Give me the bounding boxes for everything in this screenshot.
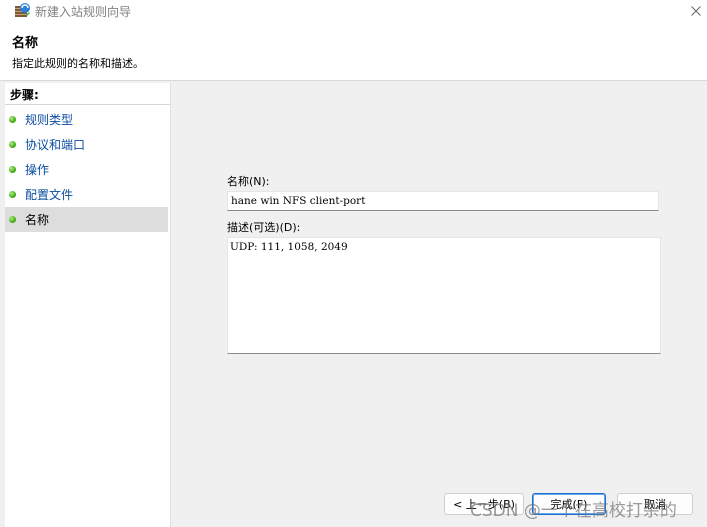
description-textarea[interactable]: UDP: 111, 1058, 2049 (227, 237, 661, 354)
firewall-wizard-icon (15, 3, 30, 17)
steps-panel: 步骤: 规则类型 协议和端口 操作 配置文件 名称 (5, 83, 171, 527)
step-label: 规则类型 (25, 113, 74, 127)
close-button[interactable] (685, 0, 707, 22)
step-label: 名称 (25, 213, 50, 227)
steps-divider (5, 104, 170, 105)
step-label: 协议和端口 (25, 138, 86, 152)
step-action[interactable]: 操作 (5, 157, 168, 182)
name-input[interactable]: hane win NFS client-port (227, 191, 659, 211)
page-title: 名称 (12, 36, 39, 51)
description-field-label: 描述(可选)(D): (227, 221, 301, 234)
csdn-watermark: CSDN @一个在高校打杂的 (470, 501, 677, 521)
step-rule-type[interactable]: 规则类型 (5, 107, 168, 132)
green-dot-icon (9, 191, 16, 198)
steps-heading: 步骤: (10, 88, 39, 102)
step-name[interactable]: 名称 (5, 207, 168, 232)
step-label: 配置文件 (25, 188, 74, 202)
name-field-label: 名称(N): (227, 175, 270, 188)
green-dot-icon (9, 116, 16, 123)
page-description: 指定此规则的名称和描述。 (12, 57, 144, 70)
step-profile[interactable]: 配置文件 (5, 182, 168, 207)
green-dot-icon (9, 166, 16, 173)
green-dot-icon (9, 141, 16, 148)
green-dot-icon (9, 216, 16, 223)
title-bar: 新建入站规则向导 (0, 0, 707, 22)
page-header: 名称 指定此规则的名称和描述。 (0, 22, 707, 81)
step-label: 操作 (25, 163, 50, 177)
close-icon (691, 6, 701, 16)
window-title: 新建入站规则向导 (35, 5, 132, 19)
step-protocol-ports[interactable]: 协议和端口 (5, 132, 168, 157)
wizard-window: 新建入站规则向导 名称 指定此规则的名称和描述。 步骤: 规则类型 协议和端口 … (0, 0, 707, 527)
